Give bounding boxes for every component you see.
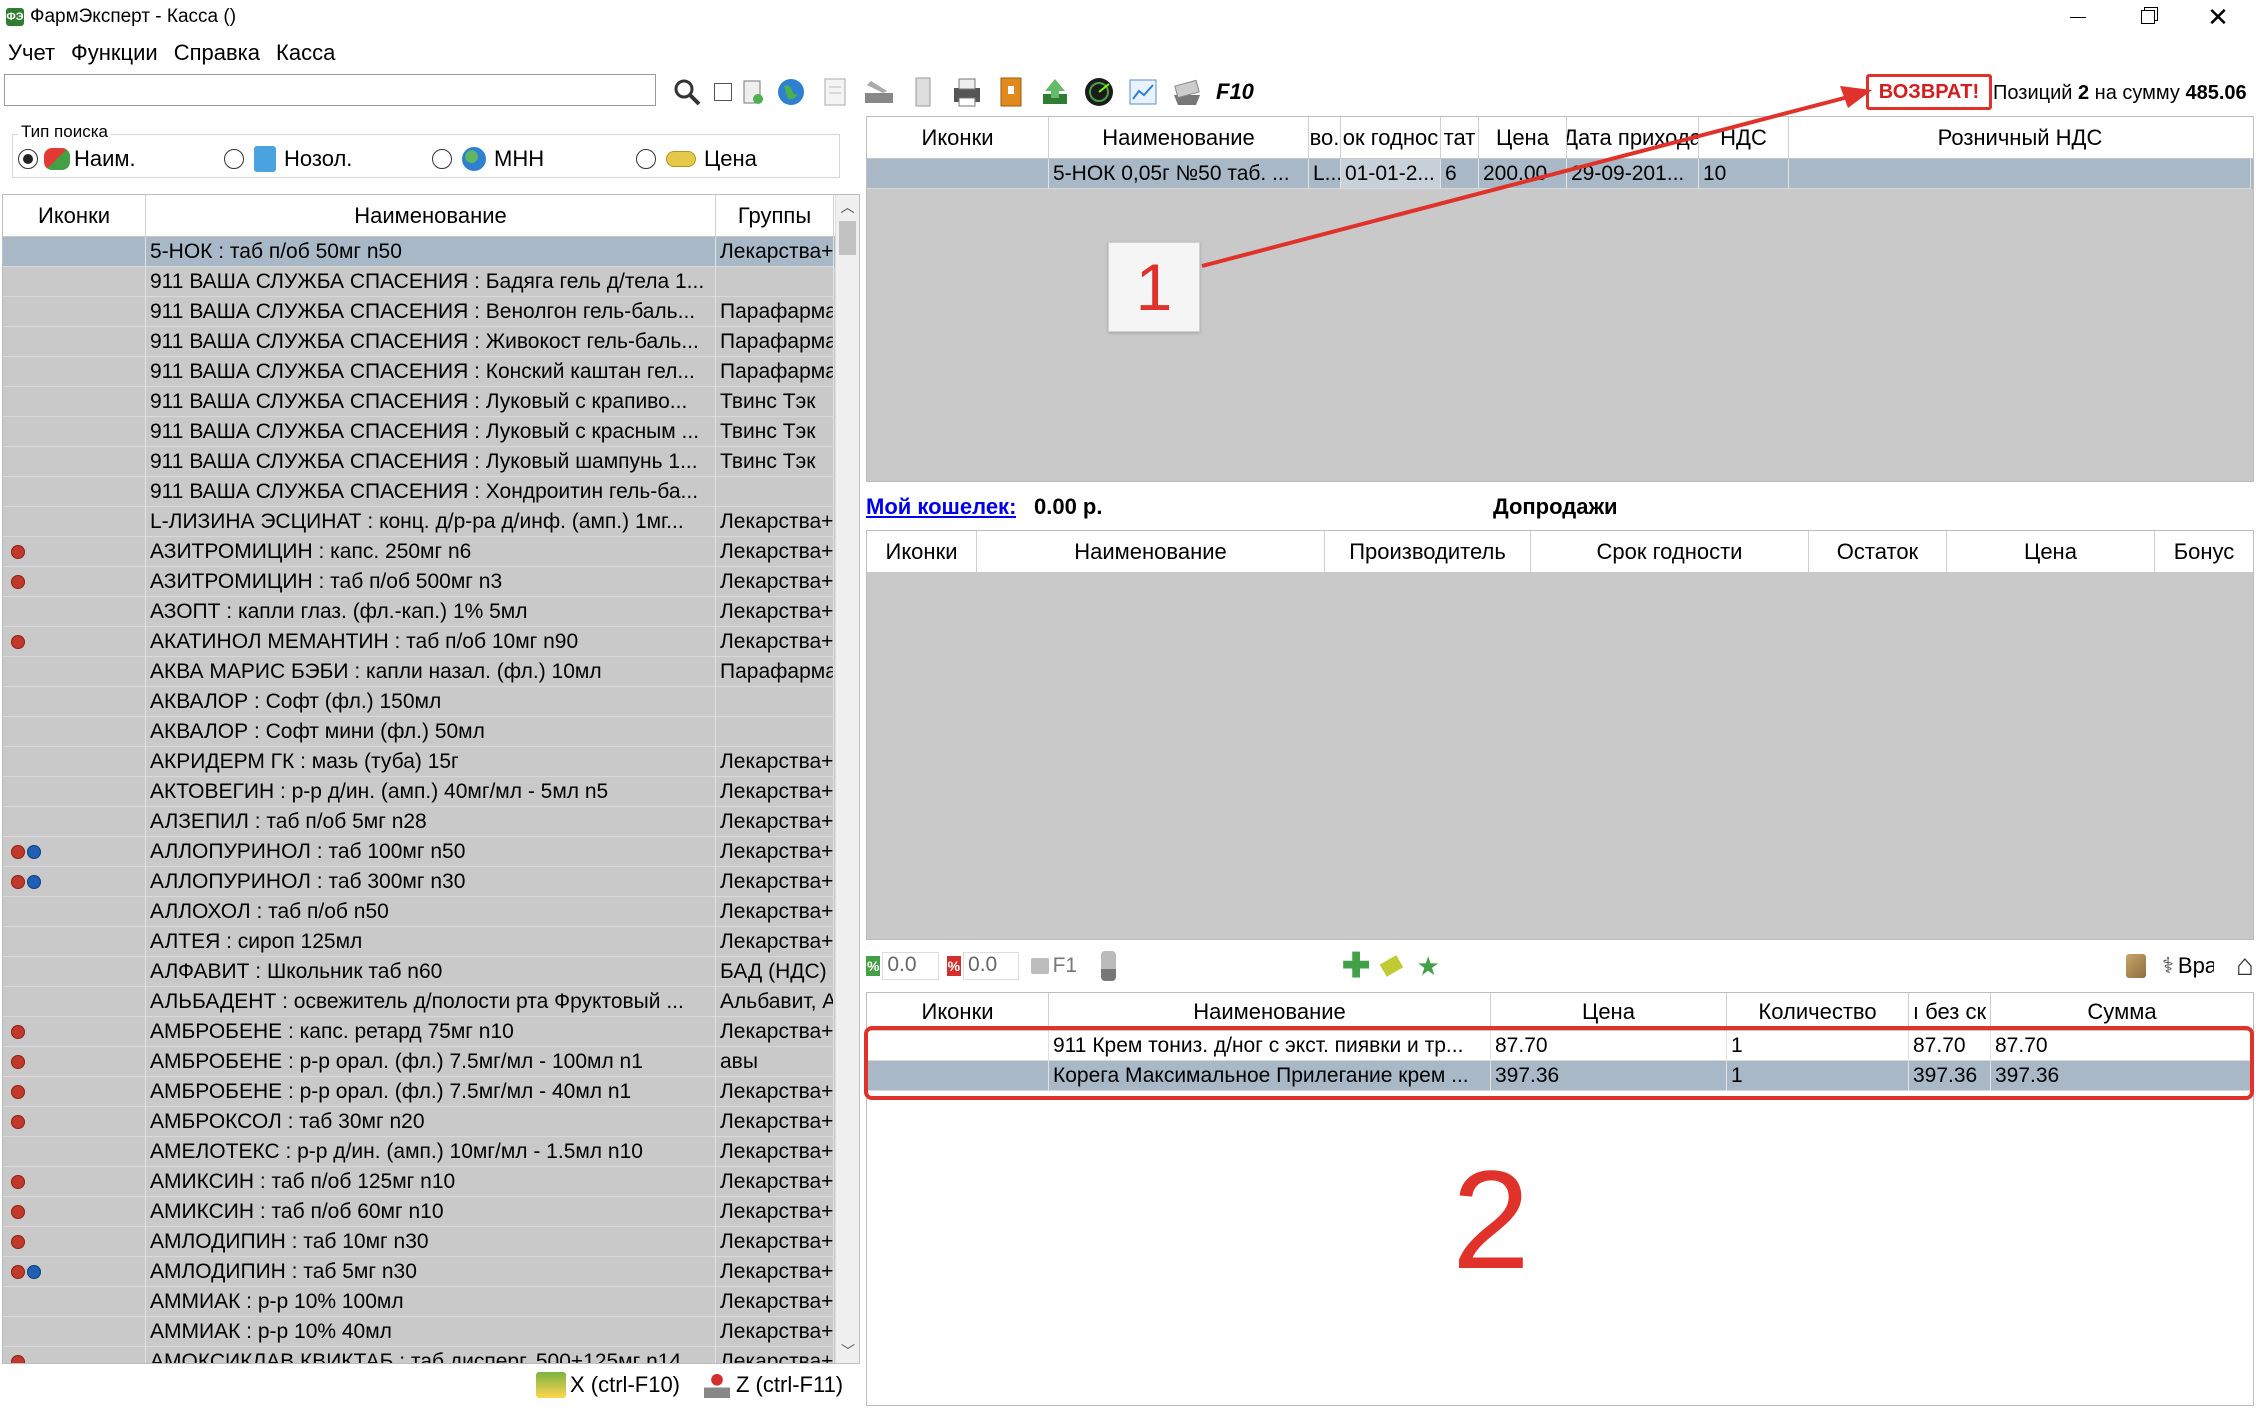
annotation-arrow	[1201, 86, 1872, 268]
annotation-label-2: 2	[1452, 1150, 1530, 1290]
